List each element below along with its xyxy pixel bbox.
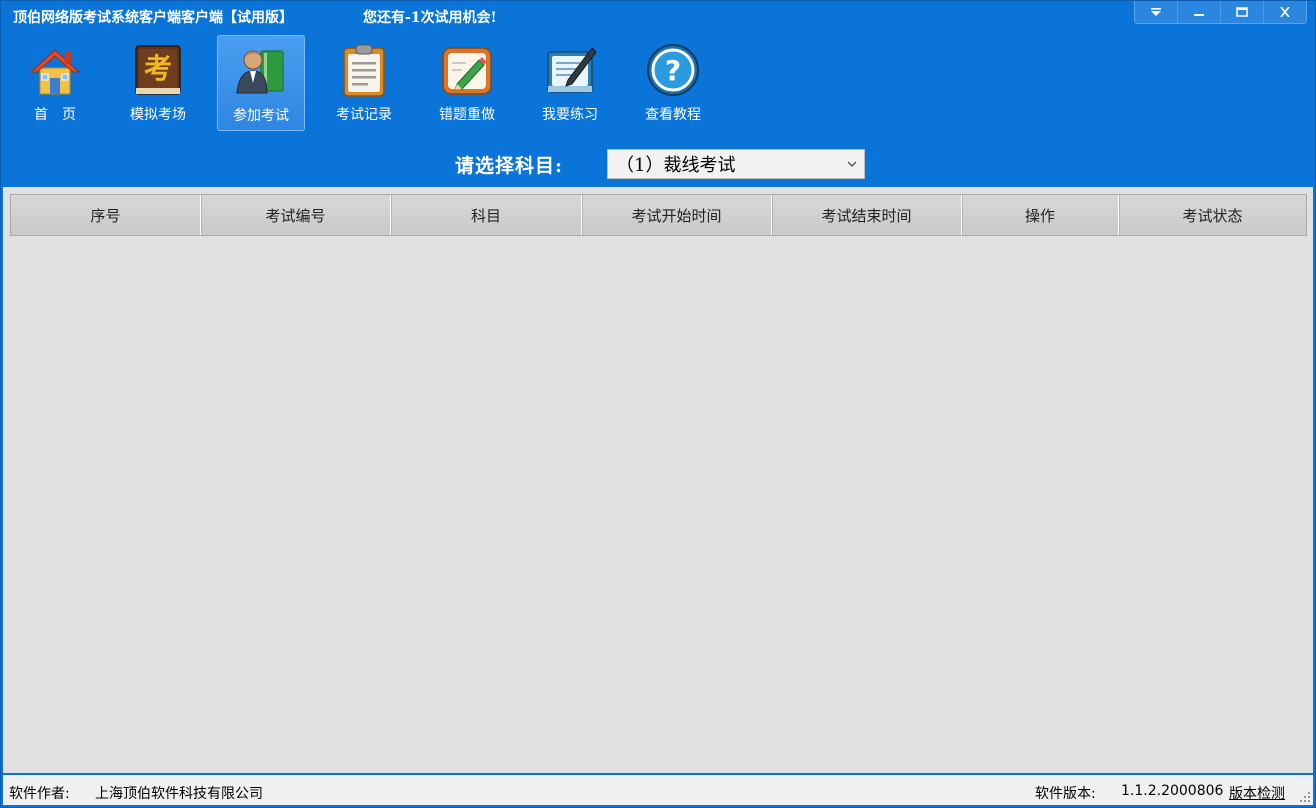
author-name: 上海顶伯软件科技有限公司 <box>95 786 263 802</box>
menu-dropdown-button[interactable] <box>1135 1 1177 23</box>
version-number: 1.1.2.2000806 <box>1121 783 1224 799</box>
column-header-subject[interactable]: 科目 <box>391 195 582 235</box>
window-controls <box>1134 1 1307 24</box>
toolbar-mock-exam-label: 模拟考场 <box>130 107 186 123</box>
column-header-action[interactable]: 操作 <box>962 195 1119 235</box>
close-icon <box>1280 7 1290 17</box>
toolbar-tutorial[interactable]: ? 查看教程 <box>629 35 717 131</box>
column-header-start-time[interactable]: 考试开始时间 <box>582 195 772 235</box>
main-toolbar: 首 页 考 模拟考场 参加考试 考试记录 错题重做 我要练习 ? 查看教程 <box>11 35 732 133</box>
user-book-icon <box>236 50 284 94</box>
table-header: 序号 考试编号 科目 考试开始时间 考试结束时间 操作 考试状态 <box>10 194 1307 236</box>
toolbar-practice[interactable]: 我要练习 <box>526 35 614 131</box>
toolbar-redo-mistakes-label: 错题重做 <box>439 107 495 123</box>
title-bar: 顶伯网络版考试系统客户端客户端【试用版】 您还有-1次试用机会! <box>1 1 1316 31</box>
toolbar-join-exam[interactable]: 参加考试 <box>217 35 305 131</box>
trial-note: 您还有-1次试用机会! <box>363 10 497 26</box>
status-bar: 软件作者: 上海顶伯软件科技有限公司 软件版本: 1.1.2.2000806 版… <box>3 775 1313 805</box>
version-check-link[interactable]: 版本检测 <box>1229 783 1285 803</box>
close-button[interactable] <box>1263 1 1306 23</box>
subject-label: 请选择科目: <box>455 155 564 177</box>
svg-text:考: 考 <box>144 52 172 85</box>
edit-notebook-icon <box>442 47 492 95</box>
column-header-index[interactable]: 序号 <box>11 195 201 235</box>
home-icon <box>29 49 81 95</box>
clipboard-icon <box>343 44 385 97</box>
practice-notebook-icon <box>547 47 597 93</box>
toolbar-mock-exam[interactable]: 考 模拟考场 <box>114 35 202 131</box>
window-title: 顶伯网络版考试系统客户端客户端【试用版】 <box>13 10 293 26</box>
author-label: 软件作者: <box>9 786 70 802</box>
exam-book-icon: 考 <box>135 45 181 95</box>
chevron-down-icon <box>847 161 857 167</box>
toolbar-tutorial-label: 查看教程 <box>645 107 701 123</box>
column-header-status[interactable]: 考试状态 <box>1119 195 1306 235</box>
subject-selector-row: 请选择科目: （1）裁线考试 <box>1 147 1316 181</box>
minimize-button[interactable] <box>1177 1 1220 23</box>
column-header-end-time[interactable]: 考试结束时间 <box>772 195 962 235</box>
app-window: 顶伯网络版考试系统客户端客户端【试用版】 您还有-1次试用机会! 首 页 考 模… <box>0 0 1316 808</box>
resize-grip-icon[interactable] <box>1299 791 1311 803</box>
minimize-icon <box>1194 14 1204 16</box>
menu-dropdown-icon <box>1151 8 1161 16</box>
help-icon: ? <box>647 44 699 96</box>
svg-text:?: ? <box>665 54 681 87</box>
maximize-button[interactable] <box>1220 1 1263 23</box>
subject-selected-value: （1）裁线考试 <box>616 155 736 176</box>
toolbar-exam-records-label: 考试记录 <box>336 107 392 123</box>
maximize-icon <box>1236 7 1248 17</box>
subject-dropdown[interactable]: （1）裁线考试 <box>607 149 865 179</box>
toolbar-join-exam-label: 参加考试 <box>233 108 289 124</box>
toolbar-redo-mistakes[interactable]: 错题重做 <box>423 35 511 131</box>
toolbar-practice-label: 我要练习 <box>542 107 598 123</box>
toolbar-home-label: 首 页 <box>34 107 76 123</box>
exam-list-panel: 序号 考试编号 科目 考试开始时间 考试结束时间 操作 考试状态 <box>3 187 1313 773</box>
version-label: 软件版本: <box>1035 786 1096 802</box>
toolbar-exam-records[interactable]: 考试记录 <box>320 35 408 131</box>
column-header-exam-id[interactable]: 考试编号 <box>201 195 391 235</box>
toolbar-home[interactable]: 首 页 <box>11 35 99 131</box>
